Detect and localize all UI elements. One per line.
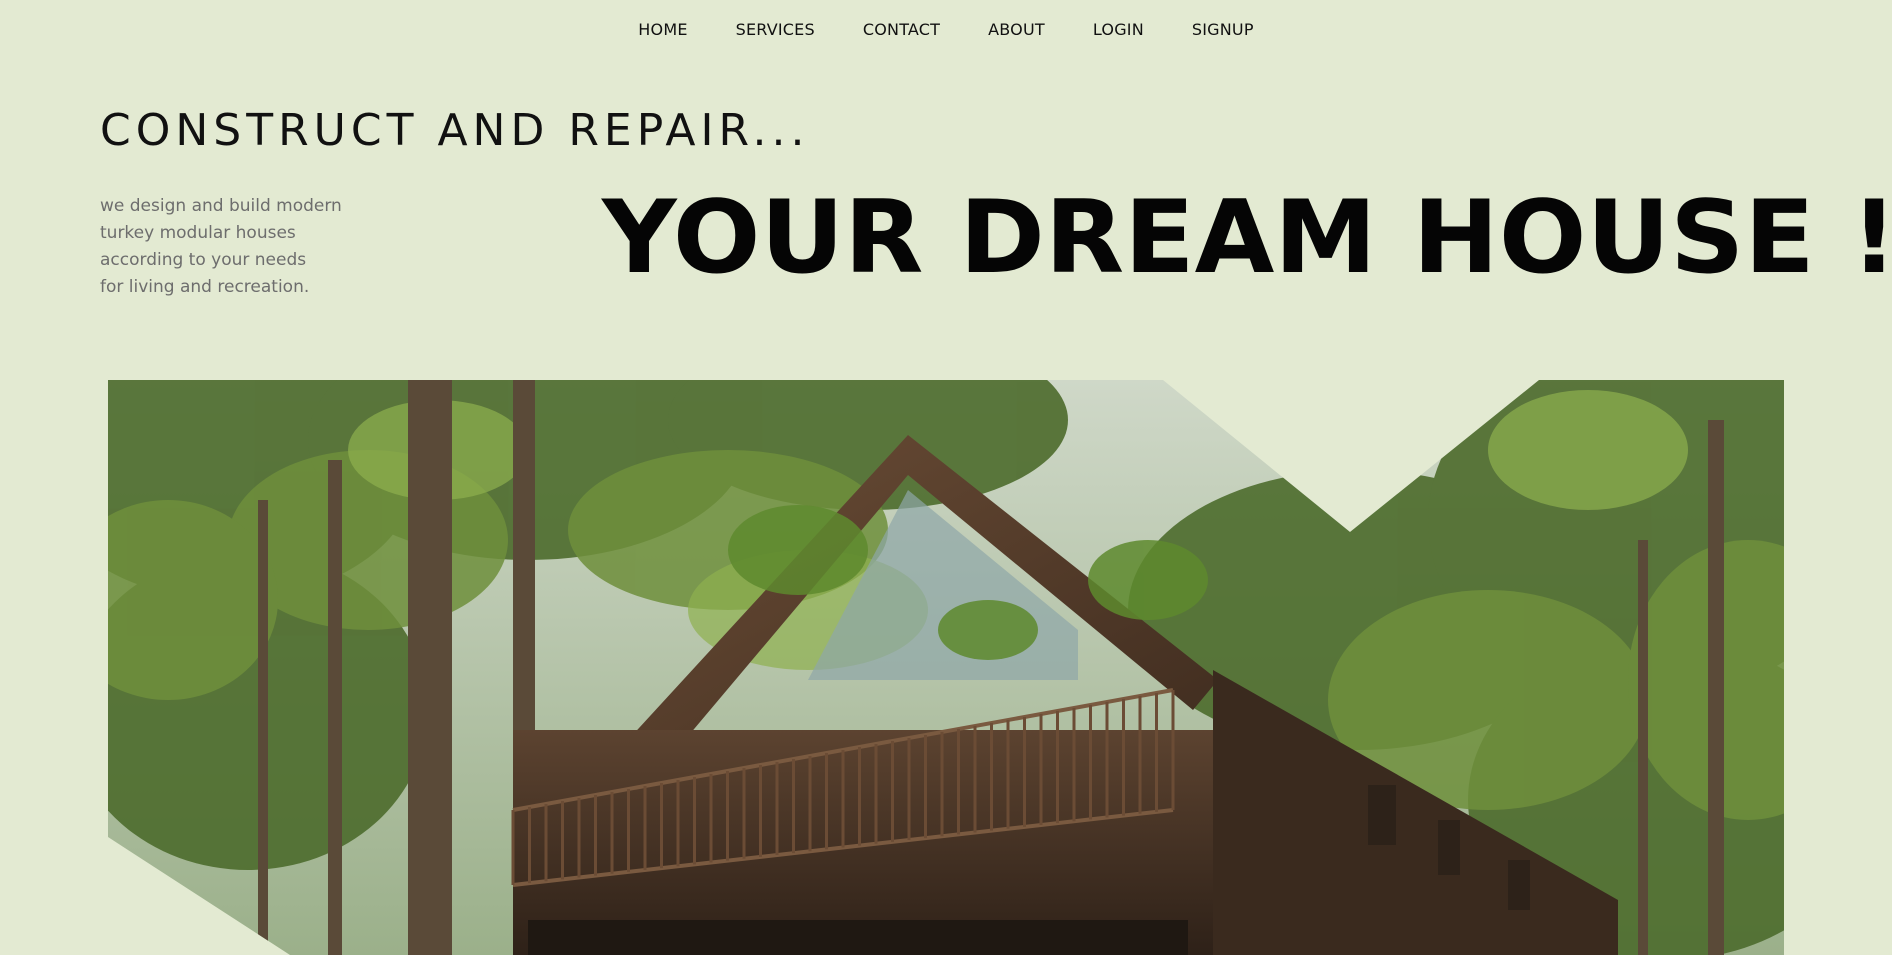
hero-description-line: for living and recreation. bbox=[100, 277, 310, 297]
nav-services-link[interactable]: SERVICES bbox=[736, 20, 815, 39]
hero-description-line: we design and build modern bbox=[100, 196, 342, 216]
hero-description-line: turkey modular houses bbox=[100, 223, 296, 243]
house-in-forest-image bbox=[108, 380, 1784, 955]
hero-headline: YOUR DREAM HOUSE ! bbox=[602, 178, 1892, 296]
nav-signup-link[interactable]: SIGNUP bbox=[1192, 20, 1254, 39]
nav-home-link[interactable]: HOME bbox=[638, 20, 687, 39]
nav-about-link[interactable]: ABOUT bbox=[988, 20, 1045, 39]
main-nav: HOME SERVICES CONTACT ABOUT LOGIN SIGNUP bbox=[0, 20, 1892, 39]
nav-contact-link[interactable]: CONTACT bbox=[863, 20, 940, 39]
hero-tagline: CONSTRUCT AND REPAIR... bbox=[100, 105, 810, 156]
hero-image bbox=[108, 380, 1784, 955]
nav-login-link[interactable]: LOGIN bbox=[1093, 20, 1144, 39]
hero-description-line: according to your needs bbox=[100, 250, 307, 270]
hero-description: we design and build modern turkey modula… bbox=[100, 193, 380, 301]
